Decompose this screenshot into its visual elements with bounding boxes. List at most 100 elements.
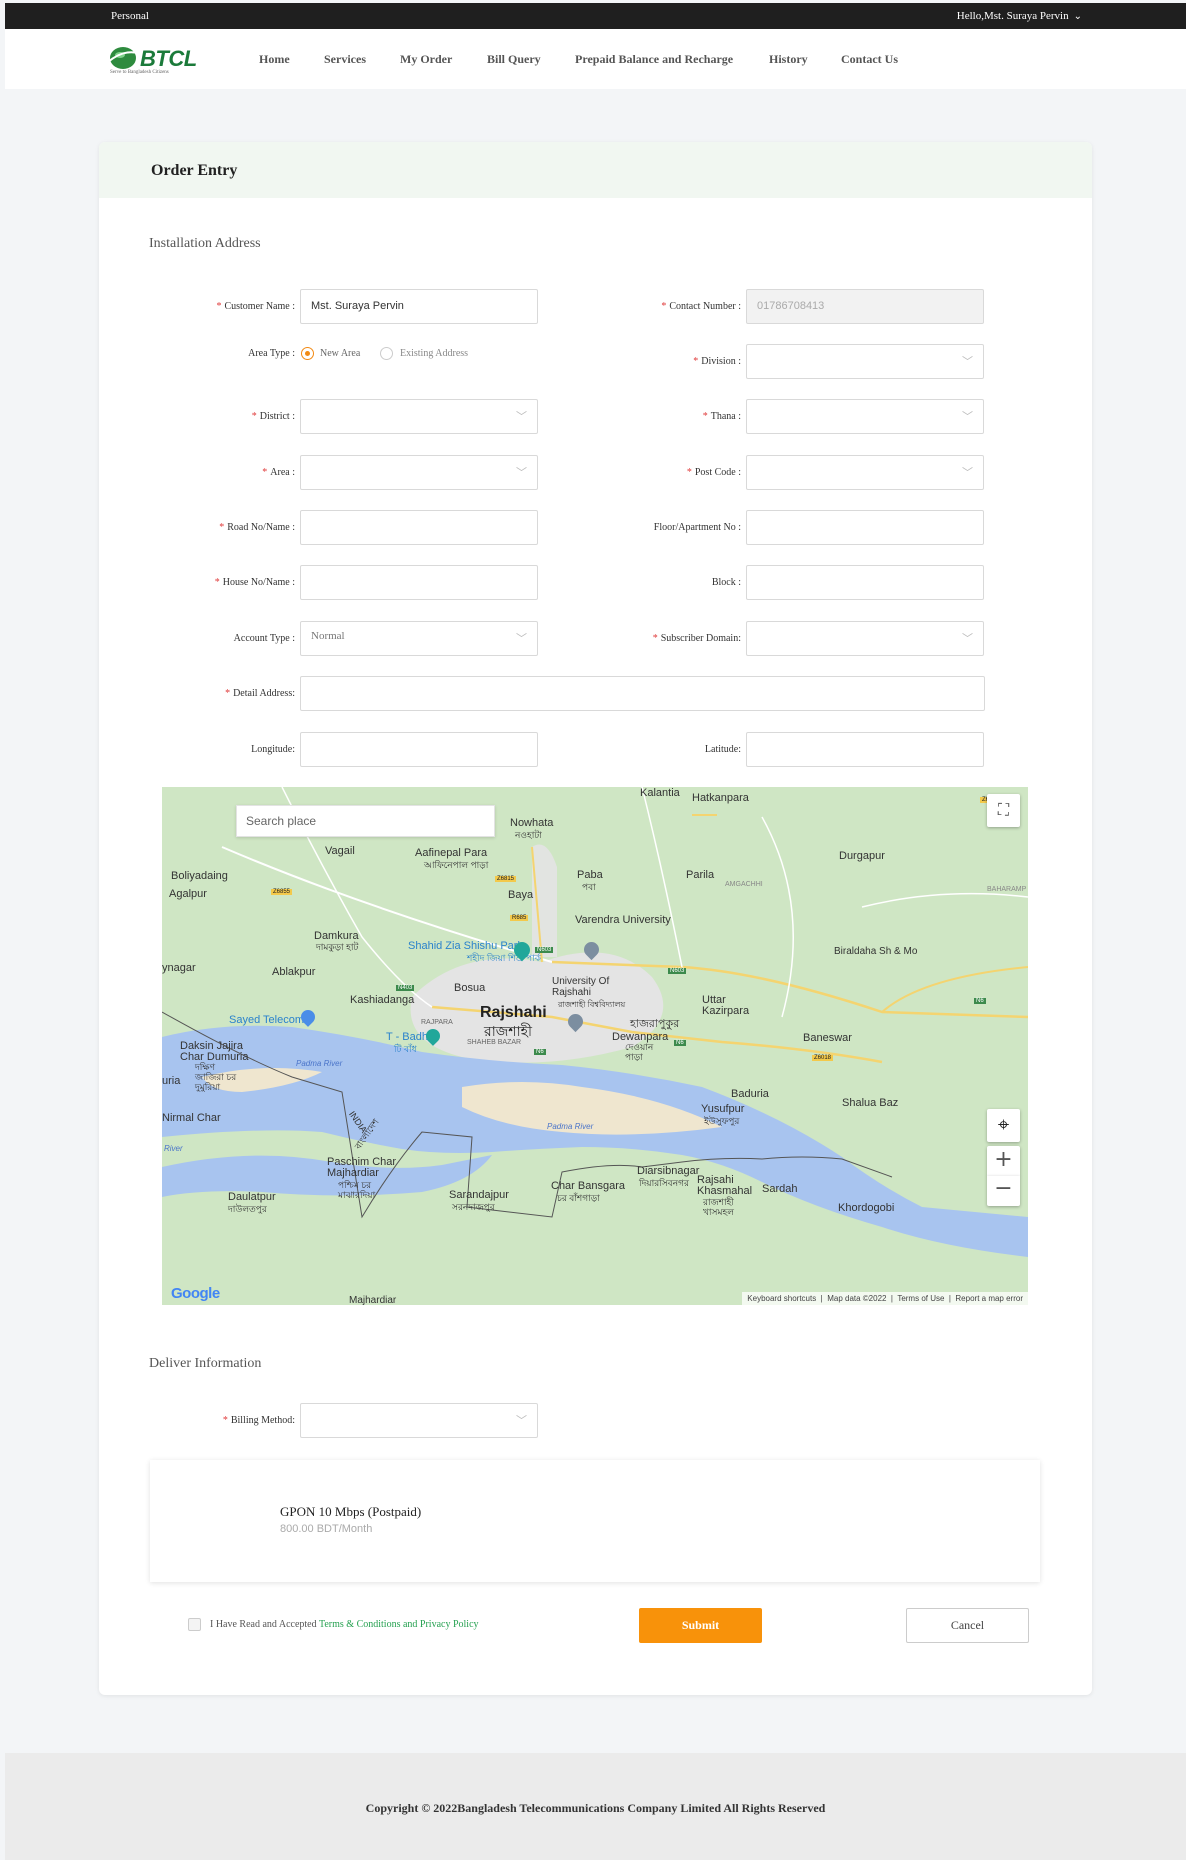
map-search-input[interactable]: Search place [236,805,495,837]
map-label: সরনদাজপুর [452,1202,495,1212]
map-label: Parila [686,869,715,881]
thana-select[interactable]: ﹀ [746,399,984,434]
user-menu[interactable]: Hello,Mst. Suraya Pervin ⌄ [957,10,1082,22]
road-badge: N6 [674,1040,686,1046]
area-type-label: Area Type : [248,348,295,359]
detail-address-label: * Detail Address: [225,688,295,699]
map-label: Padma River [296,1059,343,1068]
house-input[interactable] [300,565,538,600]
map-label: নওহাটা [515,830,542,840]
chevron-down-icon: ﹀ [516,632,527,645]
map-label: RAJPARA [421,1019,453,1026]
terms-checkbox[interactable] [188,1618,201,1631]
map-label: Baya [508,889,534,901]
map-label: Kalantia [640,787,680,799]
road-badge: N403 [396,985,415,991]
map-label: Kashiadanga [350,994,415,1006]
nav-my-order[interactable]: My Order [400,52,452,67]
map-label: Uttar Kazirpara [702,994,750,1017]
zoom-in-icon[interactable]: + [987,1146,1020,1176]
road-badge: N6 [974,998,986,1004]
floor-input[interactable] [746,510,984,545]
area-select[interactable]: ﹀ [300,455,538,490]
submit-button[interactable]: Submit [639,1608,762,1643]
billing-method-label: * Billing Method: [222,1415,295,1426]
nav-bill-query[interactable]: Bill Query [487,52,541,67]
district-label: * District : [251,411,295,422]
map-label: Boliyadaing [171,870,228,882]
map-label: AMGACHHI [725,881,763,888]
terms-label: I Have Read and Accepted Terms & Conditi… [210,1619,479,1630]
road-input[interactable] [300,510,538,545]
map-label: চর বাঁশগাড়া [557,1193,600,1203]
nav-services[interactable]: Services [324,52,366,67]
brand-tagline: Serve to Bangladesh Citizens [110,70,169,75]
map-label: রাজশাহী বিশ্ববিদ্যালয় [558,1000,626,1009]
report-error-link[interactable]: Report a map error [955,1294,1023,1303]
detail-address-input[interactable] [300,676,985,711]
package-name: GPON 10 Mbps (Postpaid) [280,1504,422,1519]
district-select[interactable]: ﹀ [300,399,538,434]
latitude-label: Latitude: [704,744,741,755]
page-footer: Copyright © 2022Bangladesh Telecommunica… [5,1753,1186,1860]
post-code-select[interactable]: ﹀ [746,455,984,490]
map-label: Bosua [454,982,486,994]
zoom-out-icon[interactable]: − [987,1176,1020,1206]
main-nav: BTCL Serve to Bangladesh Citizens Home S… [5,29,1186,89]
my-location-icon[interactable]: ⌖ [987,1109,1020,1142]
billing-method-select[interactable]: ﹀ [300,1403,538,1438]
customer-name-label: * Customer Name : [216,301,295,312]
chevron-down-icon: ⌄ [1073,11,1082,22]
nav-history[interactable]: History [769,52,808,67]
package-price: 800.00 BDT/Month [280,1523,373,1535]
account-type-select[interactable]: Normal ﹀ [300,621,538,656]
latitude-input[interactable] [746,732,984,767]
nav-home[interactable]: Home [259,52,290,67]
map-label: Shalua Baz [842,1097,899,1109]
customer-name-input[interactable]: Mst. Suraya Pervin [300,289,538,324]
google-logo-icon[interactable]: Google [171,1285,220,1302]
terms-link[interactable]: Terms of Use [897,1294,944,1303]
page-title: Order Entry [151,162,238,179]
radio-existing-address[interactable] [380,347,393,360]
keyboard-shortcuts-link[interactable]: Keyboard shortcuts [747,1294,816,1303]
block-input[interactable] [746,565,984,600]
chevron-down-icon: ﹀ [516,466,527,479]
map-label: দক্ষিণ জাজিরা চর দুমুরিয়া [195,1062,237,1092]
radio-existing-address-label[interactable]: Existing Address [400,348,468,359]
nav-prepaid[interactable]: Prepaid Balance and Recharge [575,52,733,67]
map-label: শহীদ জিয়া শিশু পার্ক [467,953,542,963]
thana-label: * Thana : [702,411,741,422]
package-card[interactable]: GPON 10 Mbps (Postpaid) 800.00 BDT/Month [150,1460,1040,1582]
radio-new-area-label[interactable]: New Area [320,348,360,359]
contact-number-input[interactable]: 01786708413 [746,289,984,324]
map-label: Agalpur [169,888,207,900]
map-label: Padma River [547,1122,594,1131]
map-label: University Of Rajshahi [552,976,610,998]
map-label: uria [162,1075,181,1087]
chevron-down-icon: ﹀ [516,1414,527,1427]
map-footer: Keyboard shortcuts | Map data ©2022 | Te… [742,1292,1028,1305]
map-label: দাউলতপুর [228,1204,267,1214]
nav-contact[interactable]: Contact Us [841,52,898,67]
terms-link[interactable]: Terms & Conditions and Privacy Policy [319,1619,479,1630]
division-select[interactable]: ﹀ [746,344,984,379]
chevron-down-icon: ﹀ [516,410,527,423]
road-badge: N6 [534,1049,546,1055]
account-type-label[interactable]: Personal [111,10,149,22]
card-header: Order Entry [99,142,1092,198]
block-label: Block : [711,577,741,588]
longitude-input[interactable] [300,732,538,767]
location-map[interactable]: Kalantia Hatkanpara Nowhata নওহাটা Vagai… [162,787,1028,1305]
radio-new-area[interactable] [301,347,314,360]
map-label: ইউসুফপুর [704,1116,740,1126]
chevron-down-icon: ﹀ [962,355,973,368]
chevron-down-icon: ﹀ [962,632,973,645]
cancel-button[interactable]: Cancel [906,1608,1029,1643]
map-canvas [162,787,1028,1257]
fullscreen-icon[interactable]: ⛶ [987,794,1020,827]
road-badge: N603 [535,947,554,953]
subscriber-domain-select[interactable]: ﹀ [746,621,984,656]
post-code-label: * Post Code : [686,467,741,478]
map-label: Khordogobi [838,1202,895,1214]
